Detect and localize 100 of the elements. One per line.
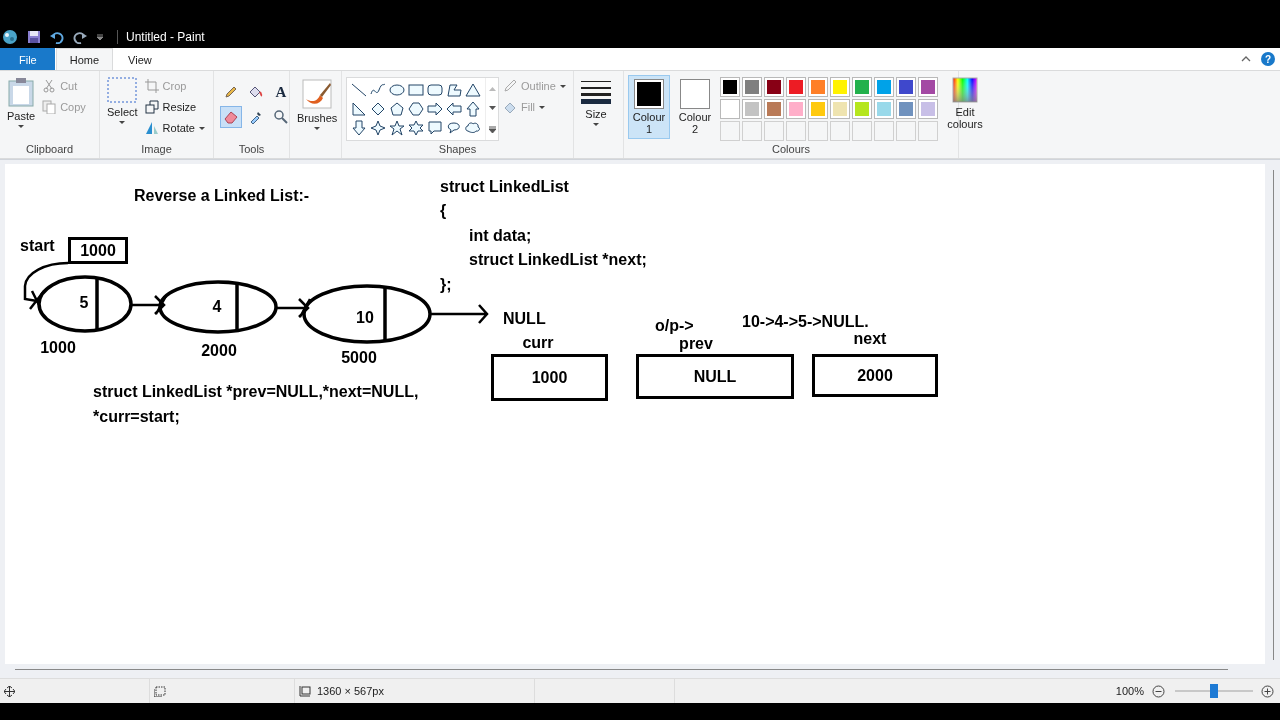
- ribbon-tab[interactable]: Home: [55, 48, 114, 70]
- paintbrush-icon: [302, 79, 333, 109]
- caret-icon: [199, 126, 205, 130]
- up-arrow-shape-icon[interactable]: [465, 101, 481, 117]
- brushes-button[interactable]: Brushes: [294, 77, 341, 132]
- collapse-ribbon-icon[interactable]: [1241, 54, 1251, 64]
- colour-swatch[interactable]: [742, 77, 762, 97]
- right-triangle-shape-icon[interactable]: [351, 101, 367, 117]
- redo-icon[interactable]: [73, 29, 87, 44]
- pointer-value: 2000: [857, 366, 893, 385]
- eraser-icon: [223, 109, 239, 125]
- line-thickness-icon: [581, 79, 611, 105]
- colour-swatch[interactable]: [852, 99, 872, 119]
- colour-swatch[interactable]: [830, 99, 850, 119]
- right-arrow-shape-icon[interactable]: [427, 101, 443, 117]
- resize-button[interactable]: Resize: [144, 98, 205, 116]
- arrow: [428, 303, 489, 325]
- colour-swatch[interactable]: [786, 77, 806, 97]
- colour-swatch[interactable]: [764, 77, 784, 97]
- node-address: 2000: [201, 341, 237, 361]
- colour-swatch[interactable]: [874, 77, 894, 97]
- caret-icon: [539, 105, 546, 109]
- size-button[interactable]: Size: [578, 77, 614, 128]
- four-point-star-shape-icon[interactable]: [370, 120, 386, 136]
- code-line: *curr=start;: [93, 407, 180, 427]
- zoom-in-icon[interactable]: [1261, 684, 1274, 698]
- triangle-shape-icon[interactable]: [465, 82, 481, 98]
- edit-colours-button[interactable]: Edit colours: [942, 75, 988, 132]
- output-value: 10->4->5->NULL.: [742, 312, 869, 332]
- colour-swatch[interactable]: [874, 99, 894, 119]
- vertical-scrollbar[interactable]: [1273, 170, 1274, 660]
- colour-swatch[interactable]: [808, 77, 828, 97]
- resize-icon: [144, 100, 159, 114]
- customize-dropdown-icon[interactable]: [96, 32, 104, 41]
- colour-swatch[interactable]: [896, 99, 916, 119]
- drawing-canvas[interactable]: [5, 164, 1265, 664]
- colour-selector-button[interactable]: Colour 2: [674, 75, 716, 139]
- group-label: Colours: [771, 143, 811, 157]
- diamond-shape-icon[interactable]: [370, 101, 386, 117]
- left-arrow-shape-icon[interactable]: [446, 101, 462, 117]
- horizontal-scrollbar[interactable]: [15, 669, 1228, 670]
- save-icon[interactable]: [27, 29, 41, 44]
- zoom-out-icon[interactable]: [1152, 684, 1165, 698]
- expand-gallery-icon[interactable]: [488, 125, 496, 133]
- cloud-callout-shape-icon[interactable]: [465, 120, 481, 136]
- paste-button[interactable]: Paste: [4, 75, 39, 130]
- colour-swatch[interactable]: [896, 77, 916, 97]
- five-point-star-shape-icon[interactable]: [389, 120, 405, 136]
- six-point-star-shape-icon[interactable]: [408, 120, 424, 136]
- line-shape-icon[interactable]: [351, 82, 367, 98]
- colour-swatch[interactable]: [720, 77, 740, 97]
- code-line: int data;: [469, 226, 532, 246]
- canvas-size-icon: [299, 685, 311, 697]
- rectangular-callout-shape-icon[interactable]: [427, 120, 443, 136]
- paint-app-icon[interactable]: [2, 28, 18, 45]
- polygon-shape-icon[interactable]: [446, 82, 462, 98]
- colour-swatch[interactable]: [830, 77, 850, 97]
- pencil-outline-icon: [503, 79, 517, 93]
- hexagon-shape-icon[interactable]: [408, 101, 424, 117]
- scroll-down-icon[interactable]: [488, 105, 496, 111]
- eraser-tool-button[interactable]: [220, 106, 242, 128]
- colour-swatch[interactable]: [918, 77, 938, 97]
- colour-swatch[interactable]: [764, 99, 784, 119]
- selection-rectangle-icon: [107, 77, 138, 103]
- down-arrow-shape-icon[interactable]: [351, 120, 367, 136]
- paint-bucket-icon: [248, 84, 264, 100]
- magnifier-icon: [273, 109, 289, 125]
- pentagon-shape-icon[interactable]: [389, 101, 405, 117]
- pointer-value: 1000: [531, 368, 568, 387]
- colour-swatch[interactable]: [852, 77, 872, 97]
- pointer-label: curr: [522, 333, 554, 353]
- oval-shape-icon[interactable]: [389, 82, 405, 98]
- file-menu-tab[interactable]: File: [0, 48, 55, 70]
- colour-swatch[interactable]: [742, 99, 762, 119]
- arrow: [131, 294, 168, 316]
- scissors-icon: [42, 79, 57, 93]
- colour-selector-button[interactable]: Colour 1: [628, 75, 670, 139]
- pencil-icon: [223, 84, 239, 100]
- caret-icon: [18, 125, 25, 128]
- pointer-label: prev: [679, 334, 713, 354]
- colour-swatch[interactable]: [918, 99, 938, 119]
- oval-callout-shape-icon[interactable]: [446, 120, 462, 136]
- ribbon-tab[interactable]: View: [114, 48, 166, 70]
- colour-swatch[interactable]: [720, 99, 740, 119]
- pointer-value: NULL: [693, 367, 737, 386]
- undo-icon[interactable]: [50, 29, 64, 44]
- copy-icon: [42, 100, 57, 114]
- help-button[interactable]: ?: [1261, 52, 1275, 66]
- colour-swatch[interactable]: [808, 99, 828, 119]
- select-button[interactable]: Select: [104, 75, 141, 126]
- node-value: 10: [356, 308, 374, 328]
- cursor-position-icon: [4, 685, 15, 697]
- text-tool-button[interactable]: A: [270, 81, 292, 103]
- colour-spectrum-icon: [952, 77, 978, 103]
- code-line: struct LinkedList: [440, 177, 569, 197]
- colour-swatch[interactable]: [786, 99, 806, 119]
- node-address: 5000: [341, 348, 377, 368]
- rotate-button[interactable]: Rotate: [144, 119, 205, 137]
- rounded-rectangle-shape-icon[interactable]: [427, 82, 443, 98]
- code-line: {: [440, 201, 447, 221]
